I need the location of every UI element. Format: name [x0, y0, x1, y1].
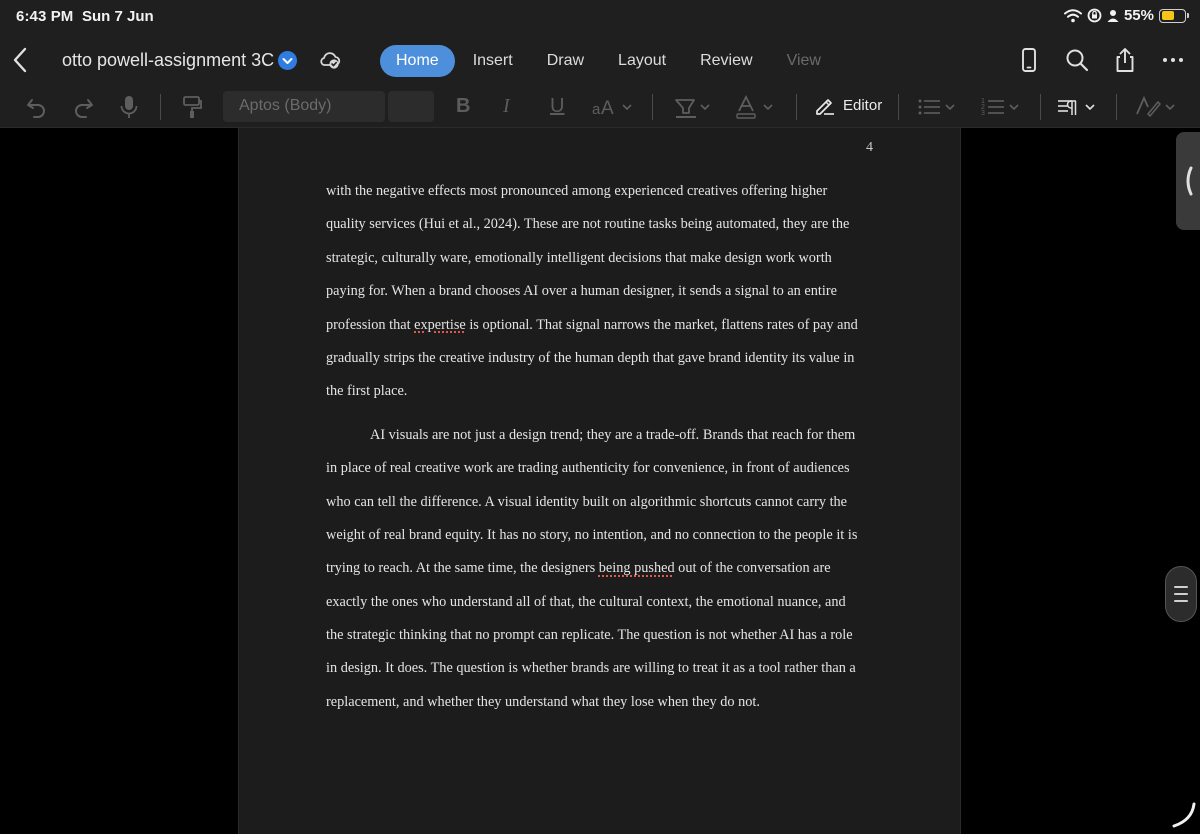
title-bar: otto powell-assignment 3C Home Insert Dr…	[0, 34, 1200, 86]
autosave-cloud-icon[interactable]	[318, 49, 342, 71]
text-line: replacement, and whether they understand…	[326, 693, 760, 710]
share-icon[interactable]	[1112, 46, 1138, 74]
tab-layout[interactable]: Layout	[602, 45, 682, 77]
toolbar-divider	[160, 94, 161, 120]
text-line: with the negative effects most pronounce…	[326, 183, 828, 199]
status-time: 6:43 PM	[16, 8, 74, 25]
highlighter-icon[interactable]	[672, 94, 712, 120]
tab-draw[interactable]: Draw	[531, 45, 600, 77]
document-title[interactable]: otto powell-assignment 3C	[62, 50, 274, 71]
drag-handle-icon	[1174, 586, 1188, 602]
document-body[interactable]: with the negative effects most pronounce…	[326, 175, 886, 719]
text-line: trying to reach. At the same time, the d…	[326, 552, 886, 585]
spelling-flagged-word[interactable]: expertise	[414, 317, 466, 333]
title-bar-actions	[1016, 46, 1186, 74]
bullet-list-icon[interactable]	[916, 94, 958, 120]
text-line: quality services (Hui et al., 2024). The…	[326, 216, 850, 233]
text-line: exactly the ones who understand all of t…	[326, 593, 846, 610]
redo-icon[interactable]	[70, 94, 96, 120]
editor-label: Editor	[843, 96, 883, 114]
wifi-icon	[1063, 8, 1082, 22]
title-dropdown-button[interactable]	[278, 51, 297, 70]
document-page[interactable]: 4 with the negative effects most pronoun…	[238, 128, 961, 834]
text-line: AI visuals are not just a design trend; …	[370, 426, 856, 443]
underline-button[interactable]: U	[550, 95, 564, 118]
styles-icon[interactable]	[1134, 94, 1178, 120]
toolbar-divider	[898, 94, 899, 120]
status-date: Sun 7 Jun	[82, 8, 154, 25]
battery-icon	[1159, 8, 1189, 23]
text-line: in place of real creative work are tradi…	[326, 460, 850, 477]
toolbar-divider	[1116, 94, 1117, 120]
ribbon-tabs: Home Insert Draw Layout Review View	[380, 45, 839, 77]
tab-view[interactable]: View	[771, 45, 837, 77]
svg-text:a: a	[592, 101, 601, 118]
side-panel-toggle[interactable]	[1176, 132, 1200, 230]
text-line: profession that expertise is optional. T…	[326, 309, 886, 342]
mobile-view-icon[interactable]	[1016, 46, 1042, 74]
back-arrow-icon[interactable]	[8, 46, 34, 74]
text-run: out of the conversation are	[674, 560, 831, 577]
paragraph-formatting-icon[interactable]	[1056, 94, 1100, 120]
italic-button[interactable]: I	[503, 95, 510, 118]
battery-percentage: 55%	[1123, 7, 1154, 24]
status-icons: 55%	[1063, 7, 1189, 24]
tab-insert[interactable]: Insert	[457, 45, 529, 77]
search-icon[interactable]	[1064, 46, 1090, 74]
tab-review[interactable]: Review	[684, 45, 768, 77]
text-line: who can tell the difference. A visual id…	[326, 493, 848, 510]
undo-icon[interactable]	[24, 94, 50, 120]
person-icon	[1107, 9, 1119, 22]
text-line: weight of real brand equity. It has no s…	[326, 526, 858, 543]
orientation-lock-icon	[1087, 8, 1102, 23]
bold-button[interactable]: B	[456, 95, 470, 118]
status-bar: 6:43 PM Sun 7 Jun 55%	[0, 0, 1200, 34]
tab-home[interactable]: Home	[380, 45, 455, 77]
font-size-field[interactable]	[388, 91, 434, 122]
chevron-left-icon	[1186, 166, 1193, 196]
text-run: profession that	[326, 316, 415, 333]
format-painter-icon[interactable]	[180, 94, 204, 120]
text-line: paying for. When a brand chooses AI over…	[326, 283, 837, 300]
font-size-grow-icon[interactable]: a A	[590, 94, 634, 120]
text-run: trying to reach. At the same time, the d…	[326, 560, 599, 577]
svg-text:3: 3	[981, 110, 985, 117]
page-number: 4	[866, 140, 873, 155]
toolbar-divider	[1040, 94, 1041, 120]
grammar-flagged-phrase[interactable]: being pushed	[599, 560, 675, 576]
text-line: strategic, culturally ware, emotionally …	[326, 249, 832, 266]
font-name-field[interactable]: Aptos (Body)	[223, 91, 385, 122]
editor-pen-icon	[816, 99, 834, 115]
scroll-handle[interactable]	[1165, 566, 1197, 622]
svg-text:A: A	[601, 98, 614, 119]
formatting-toolbar: Aptos (Body) B I U a A Editor 1 2 3	[0, 86, 1200, 128]
text-line: in design. It does. The question is whet…	[326, 660, 856, 677]
editor-button[interactable]: Editor	[814, 94, 882, 116]
text-line: gradually strips the creative industry o…	[326, 349, 855, 366]
font-color-icon[interactable]	[734, 94, 776, 120]
text-line: the strategic thinking that no prompt ca…	[326, 627, 853, 644]
numbered-list-icon[interactable]: 1 2 3	[980, 94, 1022, 120]
dictate-microphone-icon[interactable]	[118, 94, 140, 120]
toolbar-divider	[796, 94, 797, 120]
more-options-icon[interactable]	[1160, 46, 1186, 74]
document-canvas[interactable]: 4 with the negative effects most pronoun…	[0, 128, 1200, 834]
text-line: the first place.	[326, 383, 408, 400]
resize-corner-icon[interactable]	[1168, 800, 1198, 830]
chevron-down-icon	[282, 58, 293, 64]
toolbar-divider	[652, 94, 653, 120]
text-run: is optional. That signal narrows the mar…	[465, 316, 858, 333]
paragraph-spacing	[326, 409, 886, 419]
